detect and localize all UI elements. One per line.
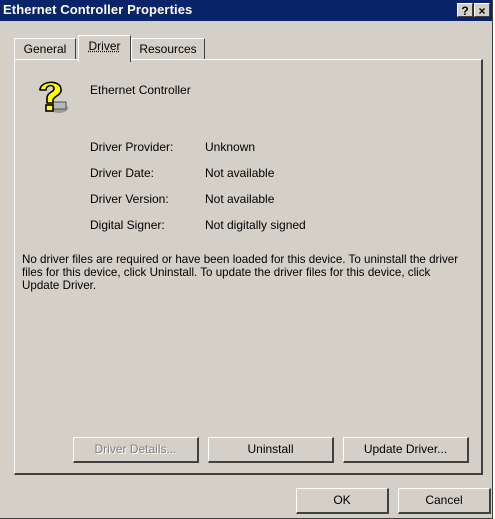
properties-dialog: Ethernet Controller Properties ? × Gener… [0,0,493,519]
window-title: Ethernet Controller Properties [3,2,193,17]
help-button[interactable]: ? [457,3,473,18]
driver-tab-panel [14,59,483,475]
cancel-button[interactable]: Cancel [398,488,491,514]
tab-driver[interactable]: Driver [78,35,131,62]
ok-button[interactable]: OK [296,488,389,514]
tab-resources-label: Resources [139,42,197,56]
tab-general[interactable]: General [14,38,76,60]
tab-general-label: General [23,42,67,56]
close-button[interactable]: × [474,3,490,18]
tab-resources[interactable]: Resources [131,38,205,60]
tab-driver-label: Driver [88,39,121,53]
title-bar[interactable]: Ethernet Controller Properties ? × [0,0,492,21]
